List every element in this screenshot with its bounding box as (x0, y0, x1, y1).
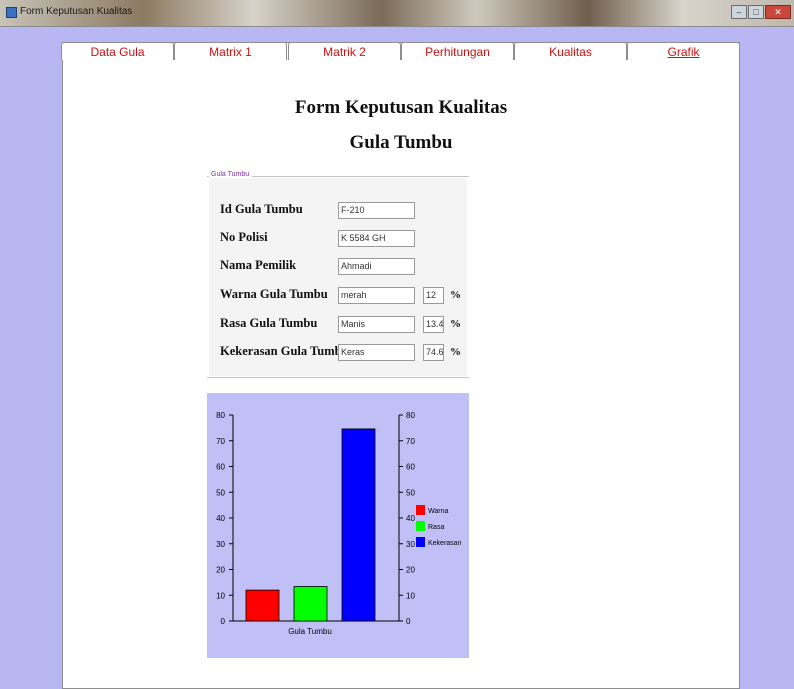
maximize-button[interactable]: □ (748, 5, 764, 19)
label-kekerasan: Kekerasan Gula Tumbu (220, 344, 349, 358)
y-tick-label-left: 80 (216, 411, 225, 420)
warna-percent-field[interactable]: 12 (423, 287, 444, 304)
y-tick-label-left: 10 (216, 591, 225, 600)
app-icon (6, 7, 17, 18)
y-tick-label-right: 50 (406, 488, 415, 497)
bar-warna (245, 589, 280, 622)
y-tick-label-right: 80 (406, 411, 415, 420)
window-titlebar[interactable]: Form Keputusan Kualitas – □ ✕ (0, 0, 794, 27)
warna-field[interactable]: merah (338, 287, 415, 304)
window-controls: – □ ✕ (730, 5, 791, 19)
window-title: Form Keputusan Kualitas (20, 6, 133, 17)
chart-panel: 0 0 10 10 20 20 30 30 40 40 50 50 60 60 70 70 80 80 Gula T… (207, 393, 469, 658)
legend-swatch-kekerasan (416, 537, 425, 547)
y-tick-label-left: 0 (221, 617, 226, 626)
y-tick-label-left: 60 (216, 463, 225, 472)
bar-chart: 0 0 10 10 20 20 30 30 40 40 50 50 60 60 70 70 80 80 Gula T… (216, 411, 462, 636)
rasa-percent-sign: % (450, 318, 461, 330)
label-warna: Warna Gula Tumbu (220, 287, 328, 301)
group-bottom-border (207, 377, 469, 378)
y-tick-label-right: 70 (406, 437, 415, 446)
y-tick-label-right: 10 (406, 591, 415, 600)
tab-content: Data Gula Matrix 1 Matrik 2 Perhitungan … (61, 42, 740, 689)
y-tick-label-left: 40 (216, 514, 225, 523)
legend-label-kekerasan: Kekerasan (428, 540, 462, 547)
tab-matrix-1[interactable]: Matrix 1 (174, 42, 287, 60)
label-no-polisi: No Polisi (220, 230, 268, 244)
label-id-gula: Id Gula Tumbu (220, 202, 303, 216)
kekerasan-percent-field[interactable]: 74.6 (423, 344, 444, 361)
y-tick-label-right: 20 (406, 566, 415, 575)
tab-grafik[interactable]: Grafik (627, 42, 740, 60)
y-tick-label-left: 50 (216, 488, 225, 497)
form-title: Form Keputusan Kualitas (294, 97, 508, 118)
bar-kekerasan (341, 428, 376, 622)
x-category-label: Gula Tumbu (288, 627, 332, 636)
tab-data-gula[interactable]: Data Gula (61, 42, 174, 60)
y-tick-label-right: 0 (406, 617, 411, 626)
bar-rasa (293, 586, 328, 622)
group-legend: Gula Tumbu (209, 171, 253, 178)
label-nama-pemilik: Nama Pemilik (220, 258, 297, 272)
kekerasan-percent-sign: % (450, 346, 461, 358)
label-rasa: Rasa Gula Tumbu (220, 316, 318, 330)
legend-label-rasa: Rasa (428, 524, 444, 531)
kekerasan-field[interactable]: Keras (338, 344, 415, 361)
legend-swatch-rasa (416, 521, 425, 531)
y-tick-label-left: 20 (216, 566, 225, 575)
warna-percent-sign: % (450, 289, 461, 301)
rasa-field[interactable]: Manis (338, 316, 415, 333)
y-tick-label-right: 60 (406, 463, 415, 472)
form-subtitle: Gula Tumbu (349, 132, 453, 153)
tab-matrik-2[interactable]: Matrik 2 (288, 42, 401, 60)
no-polisi-field[interactable]: K 5584 GH (338, 230, 415, 247)
y-tick-label-left: 70 (216, 437, 225, 446)
tab-perhitungan[interactable]: Perhitungan (401, 42, 514, 60)
rasa-percent-field[interactable]: 13.4 (423, 316, 444, 333)
nama-pemilik-field[interactable]: Ahmadi (338, 258, 415, 275)
y-tick-label-left: 30 (216, 540, 225, 549)
id-gula-field[interactable]: F-210 (338, 202, 415, 219)
minimize-button[interactable]: – (731, 5, 747, 19)
legend-label-warna: Warna (428, 508, 448, 515)
close-button[interactable]: ✕ (765, 5, 791, 19)
y-tick-label-right: 40 (406, 514, 415, 523)
tab-kualitas[interactable]: Kualitas (514, 42, 627, 60)
legend-swatch-warna (416, 505, 425, 515)
y-tick-label-right: 30 (406, 540, 415, 549)
